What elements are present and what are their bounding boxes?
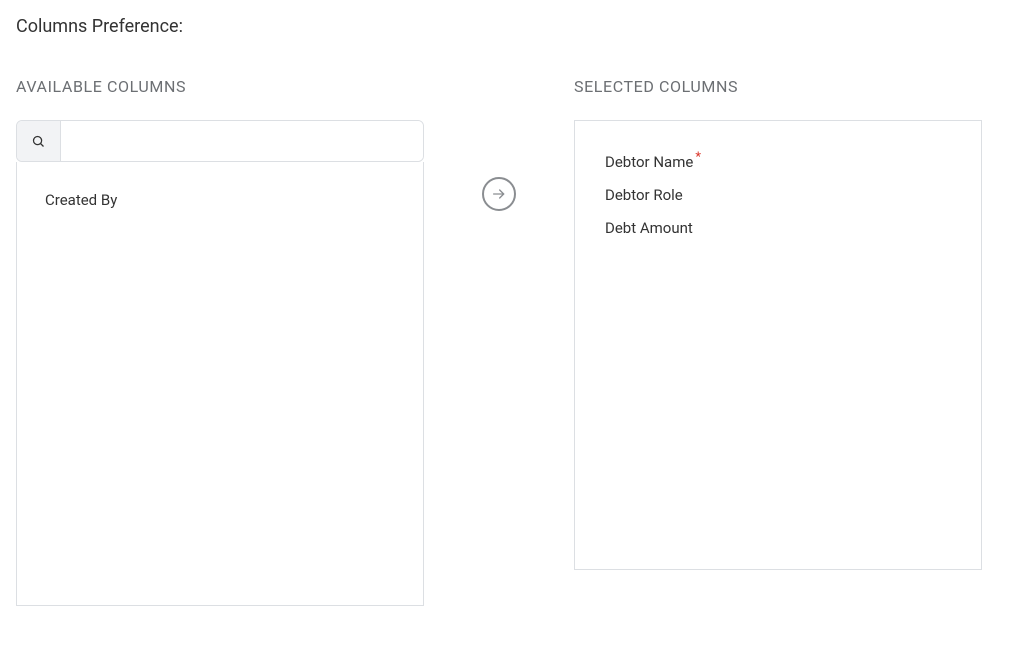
arrow-right-icon [491, 186, 507, 202]
transfer-controls [424, 77, 574, 211]
list-item[interactable]: Debt Amount [605, 212, 951, 245]
list-item-label: Debtor Name [605, 153, 693, 171]
list-item[interactable]: Created By [45, 184, 395, 217]
list-item[interactable]: Debtor Role [605, 179, 951, 212]
available-columns-list: Created By [16, 162, 424, 606]
search-wrapper [16, 120, 424, 162]
list-item-label: Debt Amount [605, 219, 693, 237]
selected-columns-heading: SELECTED COLUMNS [574, 77, 982, 96]
selected-columns-list: Debtor Name* Debtor Role Debt Amount [574, 120, 982, 570]
selected-columns-panel: SELECTED COLUMNS Debtor Name* Debtor Rol… [574, 77, 982, 570]
page-title: Columns Preference: [16, 16, 994, 37]
available-columns-heading: AVAILABLE COLUMNS [16, 77, 424, 96]
available-columns-search-input[interactable] [61, 121, 423, 161]
required-indicator: * [695, 150, 701, 165]
list-item-label: Created By [45, 191, 117, 209]
list-item-label: Debtor Role [605, 186, 683, 204]
search-icon [17, 121, 61, 161]
list-item[interactable]: Debtor Name* [605, 143, 951, 179]
move-right-button[interactable] [482, 177, 516, 211]
available-columns-panel: AVAILABLE COLUMNS Created By [16, 77, 424, 606]
columns-dual-list: AVAILABLE COLUMNS Created By [16, 77, 994, 606]
